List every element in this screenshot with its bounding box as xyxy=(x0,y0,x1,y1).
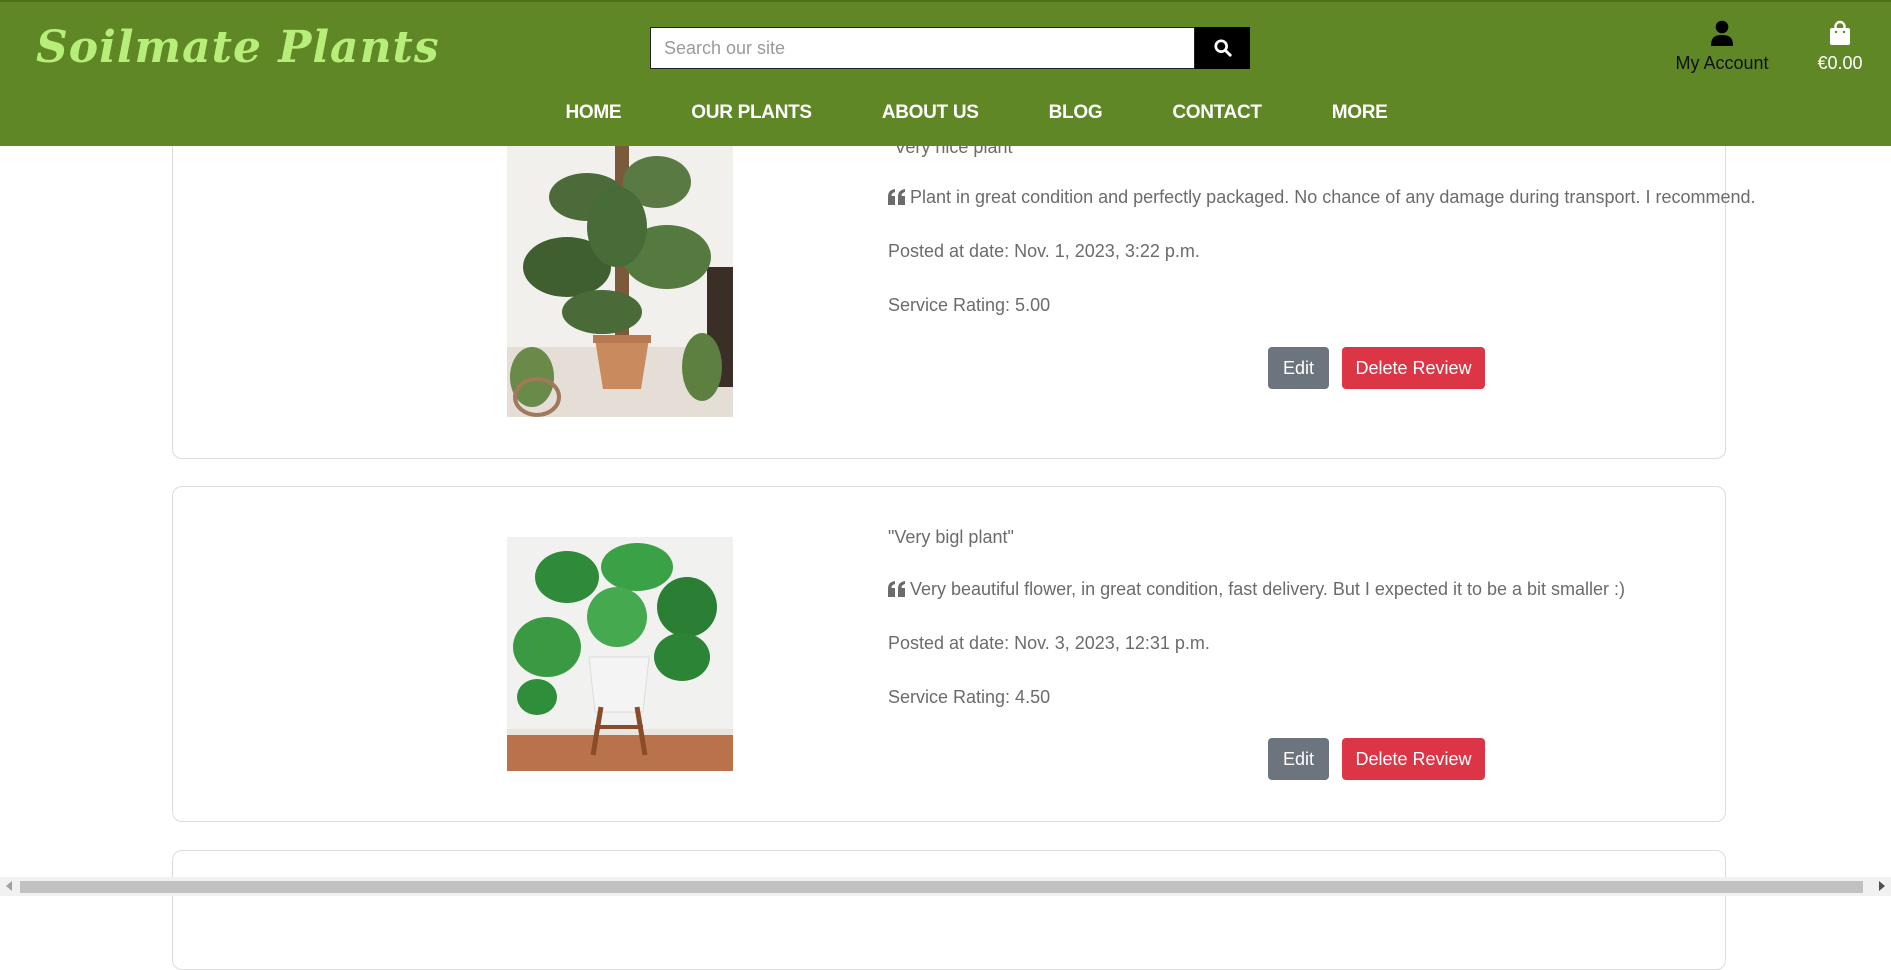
shopping-bag-icon xyxy=(1830,20,1850,45)
site-logo[interactable]: Soilmate Plants xyxy=(36,22,440,73)
horizontal-scrollbar[interactable] xyxy=(0,877,1891,896)
review-card: "Very bigl plant" Very beautiful flower,… xyxy=(172,486,1726,822)
review-title: "Very bigl plant" xyxy=(888,527,1014,547)
scroll-right-arrow-icon[interactable] xyxy=(1879,881,1885,891)
nav-home[interactable]: HOME xyxy=(565,102,621,132)
delete-review-button[interactable]: Delete Review xyxy=(1342,347,1485,389)
review-service-rating: Service Rating: 4.50 xyxy=(888,687,1051,707)
review-text: Plant in great condition and perfectly p… xyxy=(888,187,1756,210)
nav-our-plants[interactable]: OUR PLANTS xyxy=(691,102,812,132)
search-button[interactable] xyxy=(1195,27,1250,69)
review-posted-date: Posted at date: Nov. 1, 2023, 3:22 p.m. xyxy=(888,241,1200,261)
search-bar xyxy=(650,27,1250,69)
review-text: Very beautiful flower, in great conditio… xyxy=(888,579,1625,602)
bag-total: €0.00 xyxy=(1817,53,1863,73)
nav-about-us[interactable]: ABOUT US xyxy=(882,102,979,132)
my-account-link[interactable]: My Account xyxy=(1668,20,1776,74)
review-posted-date: Posted at date: Nov. 3, 2023, 12:31 p.m. xyxy=(888,633,1210,653)
quote-left-icon xyxy=(888,189,906,210)
scrollbar-thumb[interactable] xyxy=(20,881,1863,893)
plant-image xyxy=(507,537,733,771)
delete-review-button[interactable]: Delete Review xyxy=(1342,738,1485,780)
edit-review-button[interactable]: Edit xyxy=(1268,347,1329,389)
nav-more[interactable]: MORE xyxy=(1332,102,1388,132)
review-card xyxy=(172,850,1726,970)
search-icon xyxy=(1213,39,1232,57)
review-text-content: Very beautiful flower, in great conditio… xyxy=(910,579,1626,599)
review-text-content: Plant in great condition and perfectly p… xyxy=(910,187,1756,207)
review-service-rating: Service Rating: 5.00 xyxy=(888,295,1051,315)
shopping-bag-link[interactable]: €0.00 xyxy=(1810,20,1870,74)
main-nav: HOME OUR PLANTS ABOUT US BLOG CONTACT MO… xyxy=(0,102,1891,132)
search-input[interactable] xyxy=(650,27,1195,69)
scroll-left-arrow-icon[interactable] xyxy=(6,881,12,891)
my-account-label: My Account xyxy=(1675,53,1769,73)
nav-blog[interactable]: BLOG xyxy=(1049,102,1103,132)
user-icon xyxy=(1711,20,1733,46)
edit-review-button[interactable]: Edit xyxy=(1268,738,1329,780)
plant-image xyxy=(507,127,733,417)
quote-left-icon xyxy=(888,581,906,602)
nav-contact[interactable]: CONTACT xyxy=(1172,102,1262,132)
site-header: Soilmate Plants My Account €0.00 HOME OU… xyxy=(0,0,1891,146)
